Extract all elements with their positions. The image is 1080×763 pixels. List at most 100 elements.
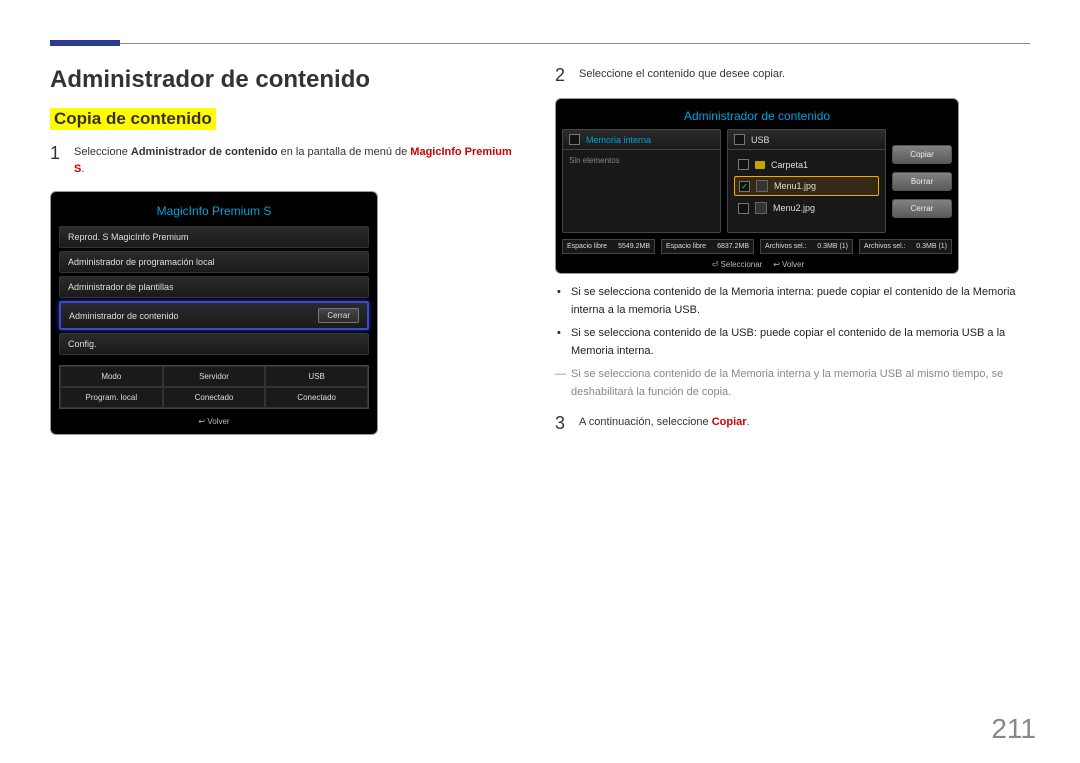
text: a la bbox=[984, 327, 1005, 339]
th: Servidor bbox=[163, 366, 266, 387]
bullet: Si se selecciona contenido de la Memoria… bbox=[555, 284, 1030, 319]
return-icon: ↩ bbox=[773, 260, 780, 269]
text: . bbox=[81, 163, 84, 175]
delete-button[interactable]: Borrar bbox=[892, 172, 952, 191]
stat-row: Espacio libre 5549.2MB Espacio libre 683… bbox=[562, 239, 754, 254]
page-number: 211 bbox=[991, 713, 1036, 745]
right-column: 2 Seleccione el contenido que desee copi… bbox=[555, 66, 1030, 446]
mock-footer: Volver bbox=[59, 409, 369, 426]
td: Conectado bbox=[265, 387, 368, 408]
return-icon bbox=[198, 417, 207, 426]
step-number: 3 bbox=[555, 414, 565, 432]
panel-body: Sin elementos bbox=[563, 150, 720, 232]
list-item-file[interactable]: Menu2.jpg bbox=[734, 199, 879, 217]
select-icon: ⏎ bbox=[712, 260, 719, 269]
copy-button[interactable]: Copiar bbox=[892, 145, 952, 164]
cm-footer: ⏎Seleccionar ↩Volver bbox=[562, 254, 952, 269]
note: Si se selecciona contenido de la Memoria… bbox=[555, 366, 1030, 401]
text: . bbox=[650, 345, 653, 357]
th: USB bbox=[265, 366, 368, 387]
manual-page: Administrador de contenido Copia de cont… bbox=[0, 0, 1080, 763]
close-button[interactable]: Cerrar bbox=[318, 308, 359, 323]
stat-free-a: Espacio libre 5549.2MB bbox=[562, 239, 655, 254]
panel-internal-memory: Memoria interna Sin elementos bbox=[562, 129, 721, 233]
stat-value: 5549.2MB bbox=[618, 243, 650, 250]
stat-free-b: Espacio libre 6837.2MB bbox=[661, 239, 754, 254]
checkbox-icon[interactable] bbox=[569, 134, 580, 145]
menu-item-template-manager[interactable]: Administrador de plantillas bbox=[59, 276, 369, 298]
panel-header[interactable]: Memoria interna bbox=[563, 130, 720, 150]
mock-title: MagicInfo Premium S bbox=[59, 200, 369, 226]
menu-item-play[interactable]: Reprod. S MagicInfo Premium bbox=[59, 226, 369, 248]
checkbox-icon[interactable] bbox=[738, 159, 749, 170]
text-bold: USB bbox=[880, 368, 903, 380]
td: Conectado bbox=[163, 387, 266, 408]
text-bold: Memoria interna bbox=[731, 368, 810, 380]
list-item-file[interactable]: ✓ Menu1.jpg bbox=[734, 176, 879, 196]
text: en la pantalla de menú de bbox=[278, 146, 411, 158]
file-list: Carpeta1 ✓ Menu1.jpg Menu2.jpg bbox=[728, 150, 885, 232]
stat-value: 6837.2MB bbox=[717, 243, 749, 250]
section-subheading: Copia de contenido bbox=[50, 108, 216, 130]
menu-item-config[interactable]: Config. bbox=[59, 333, 369, 355]
footer-label: Volver bbox=[207, 417, 229, 426]
step-3: 3 A continuación, seleccione Copiar. bbox=[555, 414, 1030, 432]
side-buttons: Copiar Borrar Cerrar bbox=[892, 129, 952, 233]
header-rule bbox=[50, 40, 1030, 46]
stat-row: Archivos sel.: 0.3MB (1) Archivos sel.: … bbox=[760, 239, 952, 254]
mock-magicinfo-screen: MagicInfo Premium S Reprod. S MagicInfo … bbox=[50, 191, 378, 435]
step-1: 1 Seleccione Administrador de contenido … bbox=[50, 144, 525, 177]
stat-value: 0.3MB (1) bbox=[817, 243, 848, 250]
file-name: Menu1.jpg bbox=[774, 181, 816, 191]
footer-label: Seleccionar bbox=[721, 260, 763, 269]
text: : puede copiar el contenido de la memori… bbox=[754, 327, 962, 339]
bullet: Si se selecciona contenido de la USB: pu… bbox=[555, 325, 1030, 360]
text: : puede copiar el contenido de la bbox=[811, 286, 973, 298]
mock-menu: Reprod. S MagicInfo Premium Administrado… bbox=[59, 226, 369, 355]
text-highlight: Copiar bbox=[712, 416, 747, 428]
image-icon bbox=[755, 202, 767, 214]
stat-label: Archivos sel.: bbox=[864, 243, 906, 250]
checkbox-icon[interactable] bbox=[734, 134, 745, 145]
step-body: A continuación, seleccione Copiar. bbox=[579, 414, 750, 432]
stat-sel-a: Archivos sel.: 0.3MB (1) bbox=[760, 239, 853, 254]
text: . bbox=[697, 304, 700, 316]
text: Si se selecciona contenido de la bbox=[571, 327, 731, 339]
menu-item-local-scheduler[interactable]: Administrador de programación local bbox=[59, 251, 369, 273]
text-bold: Memoria interna bbox=[731, 286, 810, 298]
text: Seleccione bbox=[74, 146, 131, 158]
menu-item-label: Administrador de contenido bbox=[69, 311, 179, 321]
step-number: 2 bbox=[555, 66, 565, 84]
text-highlight: USB bbox=[962, 327, 985, 339]
checkbox-icon[interactable] bbox=[738, 203, 749, 214]
text: Si se selecciona contenido de la bbox=[571, 368, 731, 380]
panel-header[interactable]: USB bbox=[728, 130, 885, 150]
text-highlight: Memoria interna bbox=[571, 345, 650, 357]
file-name: Menu2.jpg bbox=[773, 203, 815, 213]
text-bold: Administrador de contenido bbox=[131, 146, 278, 158]
text: y la memoria bbox=[811, 368, 880, 380]
bullet-list: Si se selecciona contenido de la Memoria… bbox=[555, 284, 1030, 360]
text: Si se selecciona contenido de la bbox=[571, 286, 731, 298]
stat-label: Espacio libre bbox=[666, 243, 706, 250]
th: Modo bbox=[60, 366, 163, 387]
close-button[interactable]: Cerrar bbox=[892, 199, 952, 218]
image-icon bbox=[756, 180, 768, 192]
text-highlight: USB bbox=[674, 304, 697, 316]
panel-header-label: Memoria interna bbox=[586, 135, 651, 145]
stat-label: Archivos sel.: bbox=[765, 243, 807, 250]
stat-value: 0.3MB (1) bbox=[916, 243, 947, 250]
left-column: Administrador de contenido Copia de cont… bbox=[50, 66, 525, 446]
mock-title: Administrador de contenido bbox=[562, 105, 952, 129]
mock-content-manager: Administrador de contenido Memoria inter… bbox=[555, 98, 959, 274]
text-bold: USB bbox=[731, 327, 754, 339]
stat-sel-b: Archivos sel.: 0.3MB (1) bbox=[859, 239, 952, 254]
stat-label: Espacio libre bbox=[567, 243, 607, 250]
empty-label: Sin elementos bbox=[569, 156, 714, 165]
list-item-folder[interactable]: Carpeta1 bbox=[734, 156, 879, 173]
step-number: 1 bbox=[50, 144, 60, 177]
step-body: Seleccione Administrador de contenido en… bbox=[74, 144, 525, 177]
menu-item-content-manager[interactable]: Administrador de contenido Cerrar bbox=[59, 301, 369, 330]
checkbox-icon[interactable]: ✓ bbox=[739, 181, 750, 192]
footer-label: Volver bbox=[782, 260, 804, 269]
